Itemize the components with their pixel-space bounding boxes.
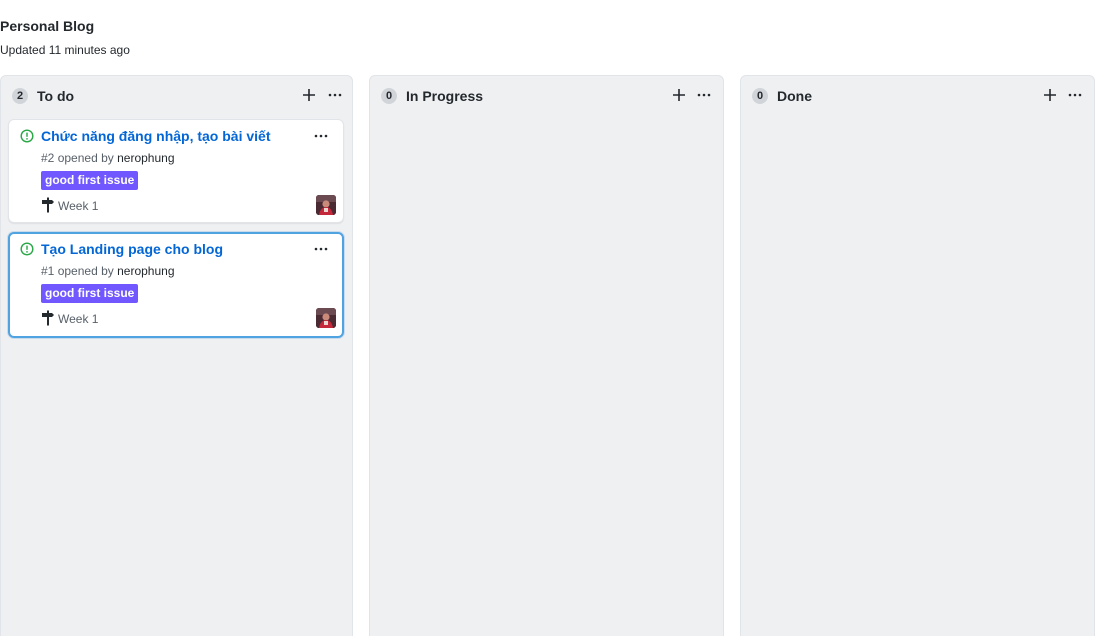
column-todo: 2 To do Chức năng đăng nhập, tạo bài viế… [0, 75, 353, 636]
avatar-image [316, 308, 336, 328]
issue-author-link[interactable]: nerophung [117, 151, 174, 165]
assignee-avatar[interactable] [316, 195, 336, 215]
column-in-progress: 0 In Progress [369, 75, 724, 636]
column-header: 0 In Progress [370, 76, 723, 116]
milestone-label: Week 1 [58, 312, 99, 326]
plus-icon[interactable] [671, 87, 687, 103]
label-badge[interactable]: good first issue [41, 171, 139, 190]
opened-by-text: opened by [57, 264, 114, 278]
kebab-horizontal-icon[interactable] [313, 128, 329, 144]
milestone-icon [42, 310, 54, 326]
issue-card[interactable]: Tạo Landing page cho blog #1 opened by n… [8, 232, 344, 338]
column-header: 0 Done [741, 76, 1094, 116]
issue-card[interactable]: Chức năng đăng nhập, tạo bài viết #2 ope… [8, 119, 344, 223]
milestone-icon [42, 197, 54, 213]
kebab-horizontal-icon[interactable] [313, 241, 329, 257]
column-done: 0 Done [740, 75, 1095, 636]
updated-prefix: Updated [0, 43, 46, 57]
issue-title-link[interactable]: Chức năng đăng nhập, tạo bài viết [41, 127, 271, 145]
project-header: Personal Blog Updated 11 minutes ago [0, 17, 130, 58]
column-title: Done [777, 88, 812, 104]
issue-number: #2 [41, 151, 55, 165]
column-card-count: 0 [752, 88, 768, 104]
kebab-horizontal-icon[interactable] [327, 87, 343, 103]
column-title: In Progress [406, 88, 484, 104]
plus-icon[interactable] [1042, 87, 1058, 103]
column-header: 2 To do [1, 76, 352, 116]
column-title: To do [37, 88, 75, 104]
updated-time: 11 minutes ago [48, 43, 130, 57]
kebab-horizontal-icon[interactable] [696, 87, 712, 103]
assignee-avatar[interactable] [316, 308, 336, 328]
column-card-count: 2 [12, 88, 28, 104]
avatar-image [316, 195, 336, 215]
issue-title-link[interactable]: Tạo Landing page cho blog [41, 240, 223, 258]
milestone-label: Week 1 [58, 199, 99, 213]
issue-opened-icon [20, 242, 34, 256]
column-card-count: 0 [381, 88, 397, 104]
project-updated: Updated 11 minutes ago [0, 42, 130, 58]
opened-by-text: opened by [57, 151, 114, 165]
issue-meta: #1 opened by nerophung [41, 263, 175, 279]
kebab-horizontal-icon[interactable] [1067, 87, 1083, 103]
issue-number: #1 [41, 264, 55, 278]
label-badge[interactable]: good first issue [41, 284, 139, 303]
issue-meta: #2 opened by nerophung [41, 150, 175, 166]
project-title: Personal Blog [0, 18, 95, 34]
issue-author-link[interactable]: nerophung [117, 264, 174, 278]
plus-icon[interactable] [301, 87, 317, 103]
issue-opened-icon [20, 129, 34, 143]
